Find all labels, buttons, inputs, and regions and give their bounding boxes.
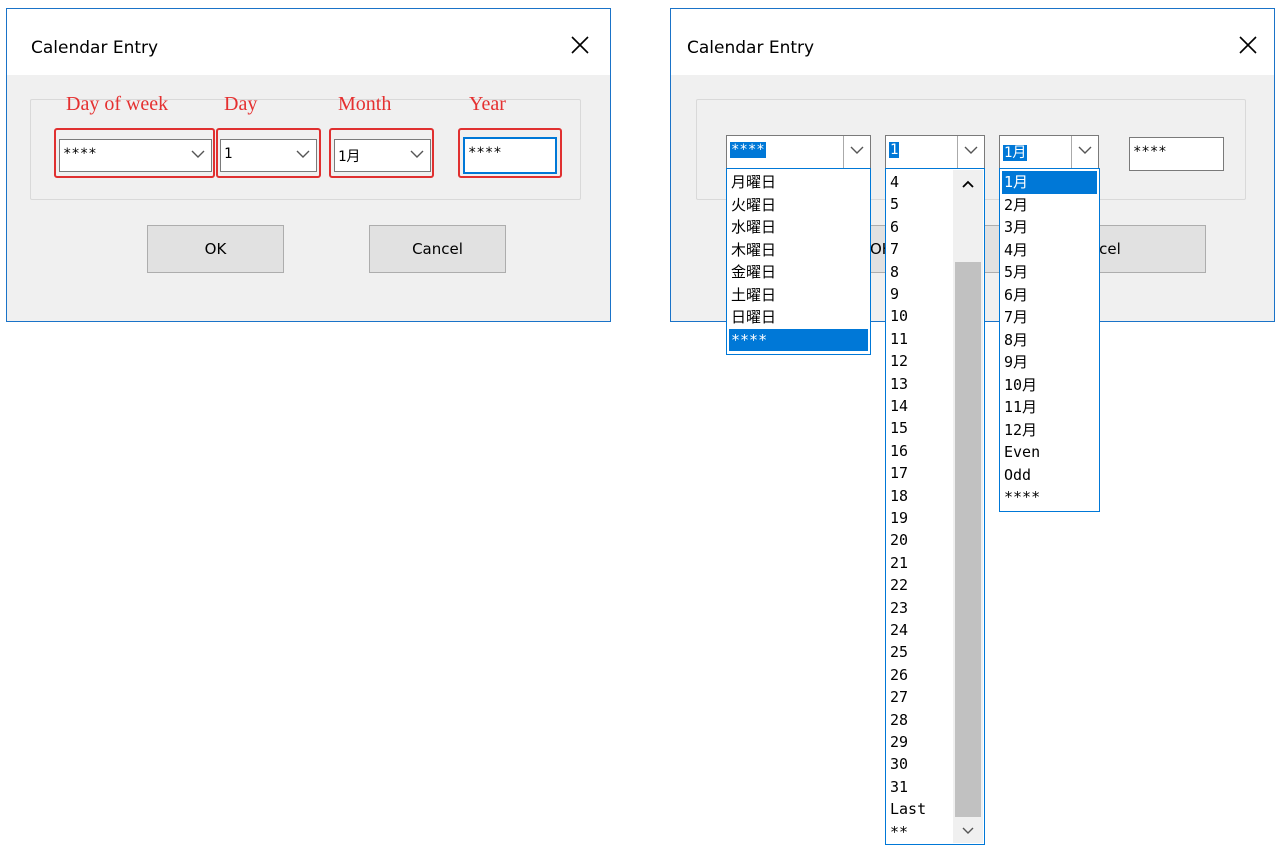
dropdown-option[interactable]: 9 (888, 283, 950, 305)
chevron-down-icon (964, 146, 978, 155)
dialog-title: Calendar Entry (31, 38, 159, 58)
dropdown-option[interactable]: 11 (888, 328, 950, 350)
day-value-wrap: 1 (889, 142, 900, 158)
dropdown-option[interactable]: 9月 (1002, 351, 1097, 374)
month-combo[interactable]: 1月 (999, 135, 1099, 171)
year-input[interactable]: **** (1129, 137, 1224, 171)
dropdown-option[interactable]: 28 (888, 709, 950, 731)
dropdown-option[interactable]: 7月 (1002, 306, 1097, 329)
dropdown-option[interactable]: 25 (888, 641, 950, 663)
dropdown-option[interactable]: 31 (888, 776, 950, 798)
chevron-up-icon[interactable] (953, 174, 983, 194)
dropdown-option[interactable]: 24 (888, 619, 950, 641)
dropdown-option[interactable]: 水曜日 (729, 216, 868, 239)
dialog-title: Calendar Entry (687, 38, 815, 58)
dropdown-option[interactable]: 11月 (1002, 396, 1097, 419)
year-highlight (458, 128, 562, 178)
dropdown-option[interactable]: 5 (888, 193, 950, 215)
month-highlight (329, 128, 434, 178)
dropdown-option[interactable]: 月曜日 (729, 171, 868, 194)
dropdown-option[interactable]: 18 (888, 485, 950, 507)
dropdown-option[interactable]: 21 (888, 552, 950, 574)
close-icon[interactable] (565, 30, 595, 60)
month-dropdown: 1月 2月 3月 4月 5月 6月 7月 8月 9月 10月 11月 12月 Even Odd **** (999, 168, 1100, 512)
dropdown-option[interactable]: 29 (888, 731, 950, 753)
month-annotation: Month (338, 93, 392, 115)
dropdown-option[interactable]: 13 (888, 373, 950, 395)
dropdown-option[interactable]: 19 (888, 507, 950, 529)
dropdown-option[interactable]: 6 (888, 216, 950, 238)
chevron-down-icon[interactable] (953, 821, 983, 841)
dropdown-option[interactable]: 23 (888, 597, 950, 619)
dropdown-option[interactable]: 5月 (1002, 261, 1097, 284)
dropdown-button[interactable] (957, 136, 984, 170)
dropdown-option[interactable]: Odd (1002, 464, 1097, 487)
day-annotation: Day (224, 93, 258, 115)
dropdown-option[interactable]: 30 (888, 753, 950, 775)
day-of-week-combo[interactable]: **** (726, 135, 871, 171)
dropdown-button[interactable] (1071, 136, 1098, 170)
dropdown-option[interactable]: 22 (888, 574, 950, 596)
dropdown-option[interactable]: 土曜日 (729, 284, 868, 307)
day-value: 1 (889, 142, 900, 158)
dropdown-option[interactable]: 火曜日 (729, 194, 868, 217)
scroll-thumb[interactable] (955, 262, 981, 817)
dropdown-button[interactable] (843, 136, 870, 170)
dropdown-option[interactable]: 26 (888, 664, 950, 686)
dropdown-option[interactable]: 8 (888, 261, 950, 283)
day-of-week-highlight (54, 128, 215, 178)
dropdown-option[interactable]: 10月 (1002, 374, 1097, 397)
chevron-down-icon (1078, 146, 1092, 155)
dropdown-option[interactable]: 12 (888, 350, 950, 372)
dropdown-option[interactable]: 15 (888, 417, 950, 439)
day-highlight (216, 128, 321, 178)
dropdown-option[interactable]: **** (729, 328, 868, 351)
day-dropdown: 4 5 6 7 8 9 10 11 12 13 14 15 16 17 18 19 20 21 22 23 24 25 26… (885, 168, 985, 845)
dropdown-option[interactable]: 日曜日 (729, 306, 868, 329)
dropdown-option[interactable]: 20 (888, 529, 950, 551)
day-of-week-dropdown: 月曜日 火曜日 水曜日 木曜日 金曜日 土曜日 日曜日 **** (726, 168, 871, 355)
dropdown-option[interactable]: **** (1002, 486, 1097, 509)
dropdown-option[interactable]: ** (888, 821, 950, 843)
dropdown-option[interactable]: Even (1002, 441, 1097, 464)
month-value: 1月 (1003, 145, 1028, 161)
dropdown-option[interactable]: 12月 (1002, 419, 1097, 442)
dropdown-option[interactable]: 3月 (1002, 216, 1097, 239)
day-of-week-value-wrap: **** (730, 142, 766, 158)
dropdown-option[interactable]: 6月 (1002, 284, 1097, 307)
dropdown-option[interactable]: 2月 (1002, 194, 1097, 217)
cancel-button[interactable]: Cancel (369, 225, 506, 273)
dropdown-option[interactable]: 10 (888, 305, 950, 327)
ok-button[interactable]: OK (147, 225, 284, 273)
day-combo[interactable]: 1 (885, 135, 985, 171)
dropdown-option[interactable]: 金曜日 (729, 261, 868, 284)
dropdown-option[interactable]: 16 (888, 440, 950, 462)
title-bar: Calendar Entry (671, 9, 1274, 75)
day-of-week-value: **** (730, 142, 766, 158)
day-scrollbar[interactable] (953, 170, 983, 843)
dropdown-option[interactable]: 8月 (1002, 329, 1097, 352)
dropdown-option[interactable]: 14 (888, 395, 950, 417)
dropdown-option[interactable]: 木曜日 (729, 239, 868, 262)
day-of-week-annotation: Day of week (66, 93, 169, 115)
dropdown-option[interactable]: 17 (888, 462, 950, 484)
year-annotation: Year (469, 93, 506, 115)
dropdown-option[interactable]: 1月 (1002, 171, 1097, 194)
year-value: **** (1133, 144, 1167, 160)
title-bar: Calendar Entry (7, 9, 610, 75)
dropdown-option[interactable]: 4 (888, 171, 950, 193)
close-icon[interactable] (1233, 30, 1263, 60)
chevron-down-icon (850, 146, 864, 155)
dropdown-option[interactable]: 4月 (1002, 239, 1097, 262)
month-value-wrap: 1月 (1003, 142, 1028, 162)
dropdown-option[interactable]: 7 (888, 238, 950, 260)
dropdown-option[interactable]: 27 (888, 686, 950, 708)
dropdown-option[interactable]: Last (888, 798, 950, 820)
